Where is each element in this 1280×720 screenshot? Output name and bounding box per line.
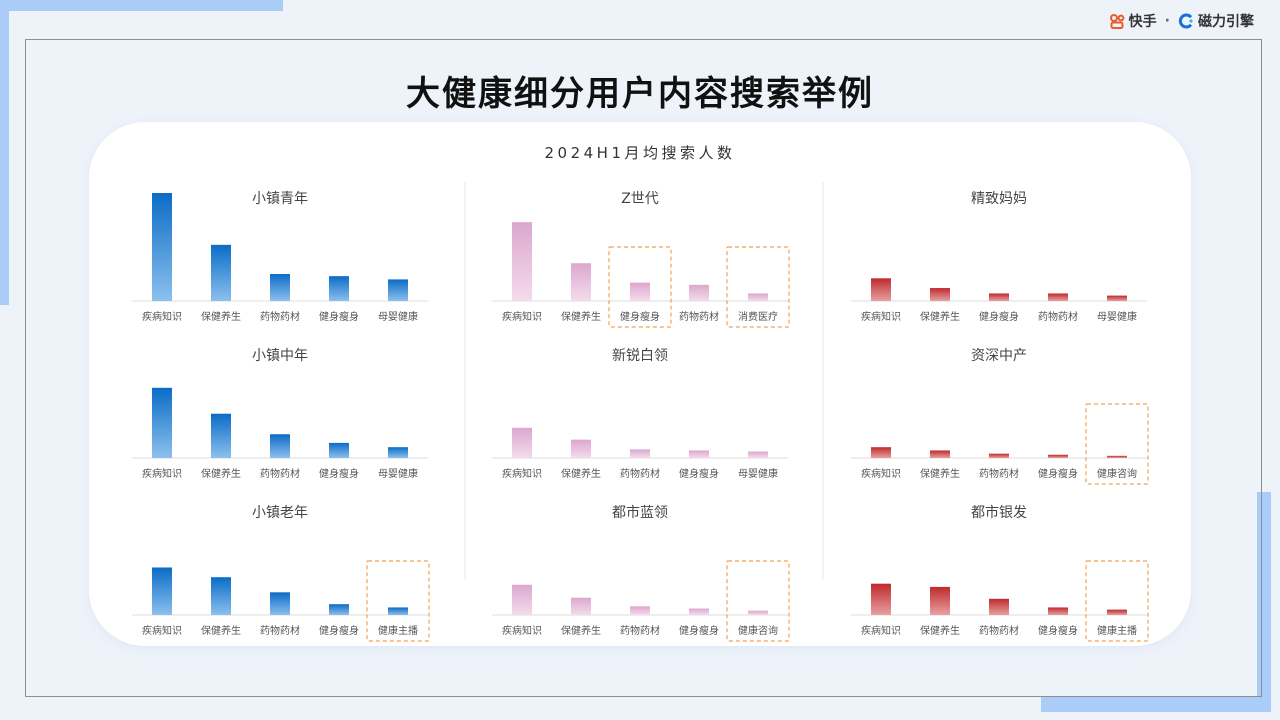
kuaishou-brand-name: 快手	[1128, 14, 1157, 30]
corner-decoration-top	[0, 0, 283, 11]
chart-subtitle: 2024H1月均搜索人数	[544, 144, 736, 162]
page-title: 大健康细分用户内容搜索举例	[406, 74, 874, 114]
cili-logo-icon	[1178, 13, 1193, 29]
brand-separator: ·	[1164, 13, 1170, 29]
kuaishou-logo-icon	[1109, 13, 1125, 29]
brand-header: 快手 · 磁力引擎	[1109, 11, 1254, 31]
chart-panel	[89, 122, 1191, 646]
corner-decoration-bottom	[1041, 697, 1271, 712]
cili-brand-name: 磁力引擎	[1198, 14, 1254, 30]
